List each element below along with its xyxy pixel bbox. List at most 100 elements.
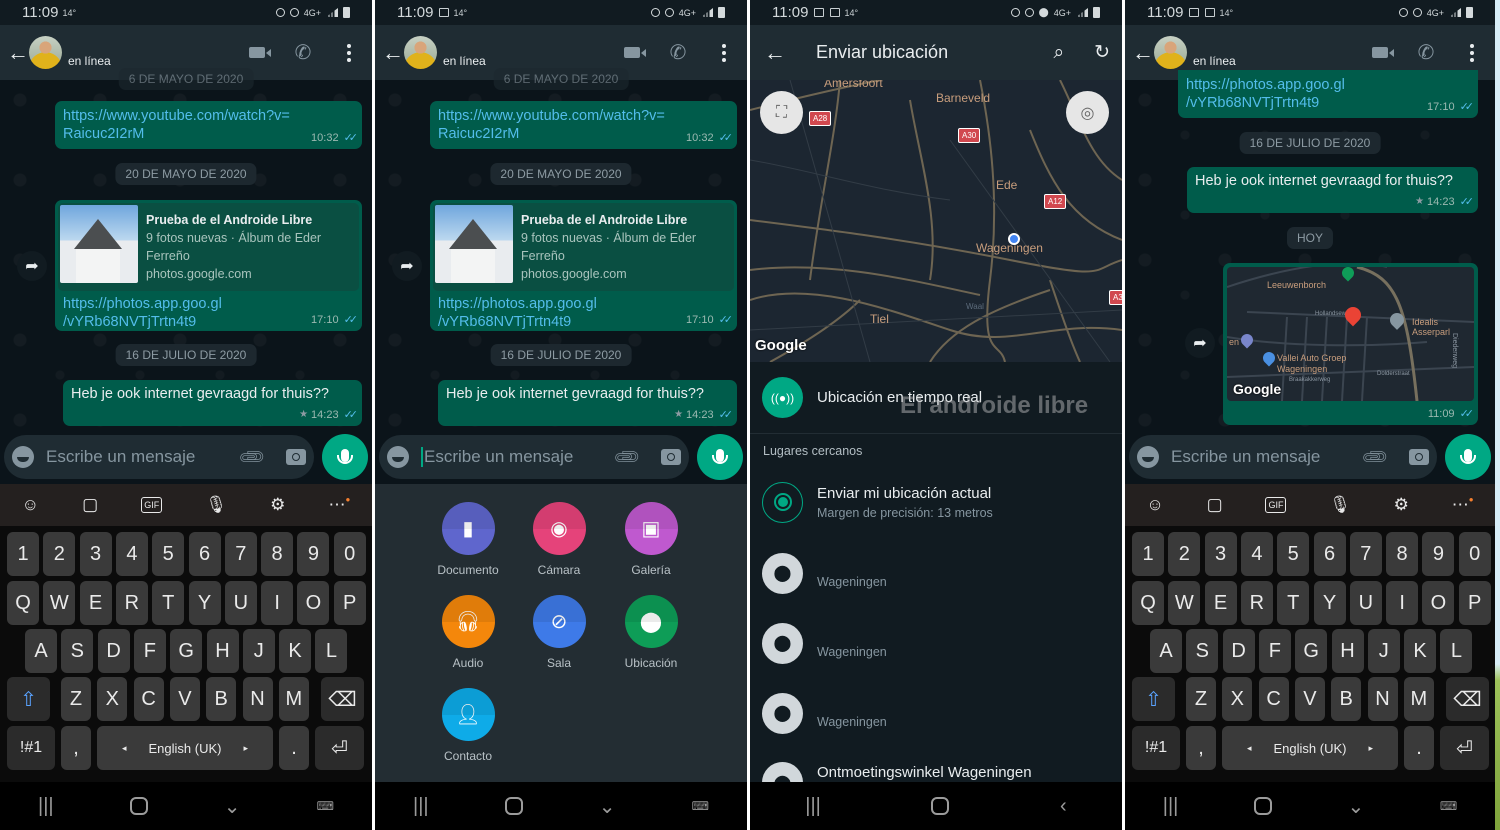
emoji-icon[interactable]: ☺ (22, 495, 39, 515)
key[interactable]: N (242, 677, 273, 721)
key[interactable]: W (43, 581, 76, 625)
forward-button[interactable]: ➦ (392, 251, 422, 281)
key[interactable]: I (261, 581, 294, 625)
message-link[interactable]: https://photos.app.goo.gl (63, 295, 354, 313)
key[interactable]: A (1150, 629, 1182, 673)
more-options-button[interactable] (701, 33, 747, 73)
spacebar[interactable]: ◂ English (UK) ▸ (1222, 726, 1398, 770)
message-bubble[interactable]: Heb je ook internet gevraagd for thuis??… (63, 380, 362, 426)
key[interactable]: U (1349, 581, 1382, 625)
key[interactable]: T (1277, 581, 1310, 625)
key[interactable]: 9 (297, 532, 330, 576)
key[interactable]: R (115, 581, 148, 625)
message-input[interactable]: Escribe un mensaje 📎︎ (4, 435, 314, 479)
shift-key[interactable]: ⇧ (1132, 677, 1175, 721)
enter-key[interactable]: ⏎ (315, 726, 364, 770)
keyboard-switch-icon[interactable]: ⌨ (1440, 799, 1457, 813)
key[interactable]: 1 (7, 532, 39, 576)
gif-button[interactable]: GIF (141, 497, 163, 513)
hide-keyboard-icon[interactable]: ⌄ (1348, 794, 1365, 819)
shift-key[interactable]: ⇧ (7, 677, 50, 721)
place-item[interactable]: ⬤ Wageningen (750, 538, 1122, 608)
camera-icon[interactable] (1409, 449, 1429, 465)
hide-keyboard-icon[interactable]: ⌄ (224, 794, 241, 819)
key[interactable]: Z (61, 677, 91, 721)
comma-key[interactable]: , (1186, 726, 1216, 770)
message-placeholder[interactable]: Escribe un mensaje (46, 447, 241, 467)
symbols-key[interactable]: !#1 (7, 726, 55, 770)
key[interactable]: O (297, 581, 330, 625)
key[interactable]: W (1168, 581, 1201, 625)
key[interactable]: 6 (1313, 532, 1346, 576)
key[interactable]: Q (7, 581, 39, 625)
key[interactable]: B (1331, 677, 1362, 721)
key[interactable]: 4 (1240, 532, 1273, 576)
my-location-button[interactable]: ◎ (1066, 91, 1109, 134)
video-call-button[interactable] (609, 33, 655, 73)
voice-record-button[interactable] (1445, 434, 1491, 480)
message-link[interactable]: https://photos.app.goo.gl (438, 295, 729, 313)
chat-area[interactable]: 6 DE MAYO DE 2020 https://www.youtube.co… (0, 68, 372, 435)
key[interactable]: 5 (1277, 532, 1310, 576)
key[interactable]: V (169, 677, 200, 721)
message-input[interactable]: Escribe un mensaje 📎︎ (1129, 435, 1437, 479)
home-icon[interactable] (1253, 797, 1272, 815)
key[interactable]: M (278, 677, 309, 721)
camera-icon[interactable] (661, 449, 681, 465)
recents-icon[interactable]: ||| (413, 795, 429, 818)
attach-room[interactable]: ⊘ Sala (514, 595, 604, 670)
key[interactable]: 9 (1422, 532, 1455, 576)
emoji-icon[interactable] (387, 446, 409, 468)
message-input[interactable]: Escribe un mensaje 📎︎ (379, 435, 689, 479)
key[interactable]: F (133, 629, 166, 673)
key[interactable]: A (25, 629, 57, 673)
symbols-key[interactable]: !#1 (1132, 726, 1180, 770)
comma-key[interactable]: , (61, 726, 91, 770)
arrow-left-icon[interactable]: ← (5, 40, 31, 66)
key[interactable]: B (206, 677, 237, 721)
gif-button[interactable]: GIF (1265, 497, 1287, 513)
paperclip-icon[interactable]: 📎︎ (237, 441, 268, 472)
key[interactable]: I (1386, 581, 1419, 625)
key[interactable]: P (333, 581, 366, 625)
key[interactable]: L (1440, 629, 1473, 673)
key[interactable]: 8 (1386, 532, 1419, 576)
more-icon[interactable]: ⋯● (329, 495, 351, 515)
key[interactable]: 1 (1132, 532, 1164, 576)
key[interactable]: E (79, 581, 112, 625)
live-location-option[interactable]: ((●)) Ubicación en tiempo real (750, 362, 1122, 434)
key[interactable]: O (1422, 581, 1455, 625)
key[interactable]: G (170, 629, 203, 673)
key[interactable]: V (1294, 677, 1325, 721)
key[interactable]: M (1403, 677, 1434, 721)
keyboard-switch-icon[interactable]: ⌨ (692, 799, 709, 813)
key[interactable]: 3 (1204, 532, 1237, 576)
key[interactable]: S (61, 629, 94, 673)
voice-record-button[interactable] (322, 434, 368, 480)
key[interactable]: Y (188, 581, 221, 625)
key[interactable]: 7 (224, 532, 257, 576)
more-icon[interactable]: ⋯● (1452, 495, 1474, 515)
arrow-left-icon[interactable]: ← (762, 40, 788, 66)
emoji-icon[interactable]: ☺ (1146, 495, 1163, 515)
key[interactable]: Q (1132, 581, 1164, 625)
emoji-icon[interactable] (1137, 446, 1159, 468)
key[interactable]: X (1222, 677, 1253, 721)
microphone-icon[interactable]: 🎙︎ (1329, 495, 1351, 515)
message-placeholder[interactable]: Escribe un mensaje (1171, 447, 1364, 467)
key[interactable]: Z (1186, 677, 1216, 721)
key[interactable]: Y (1313, 581, 1346, 625)
key[interactable]: H (206, 629, 239, 673)
key[interactable]: X (97, 677, 128, 721)
key[interactable]: 4 (115, 532, 148, 576)
chat-area[interactable]: 6 DE MAYO DE 2020 https://www.youtube.co… (375, 68, 747, 435)
message-placeholder[interactable]: Escribe un mensaje (421, 447, 616, 467)
message-bubble-preview[interactable]: Prueba de el Androide Libre 9 fotos nuev… (55, 200, 362, 331)
key[interactable]: 0 (333, 532, 366, 576)
period-key[interactable]: . (1404, 726, 1434, 770)
forward-button[interactable]: ➦ (1185, 328, 1215, 358)
attach-document[interactable]: ▮ Documento (423, 502, 513, 577)
message-link[interactable]: https://www.youtube.com/watch?v= (438, 107, 729, 125)
enter-key[interactable]: ⏎ (1440, 726, 1489, 770)
key[interactable]: 7 (1349, 532, 1382, 576)
